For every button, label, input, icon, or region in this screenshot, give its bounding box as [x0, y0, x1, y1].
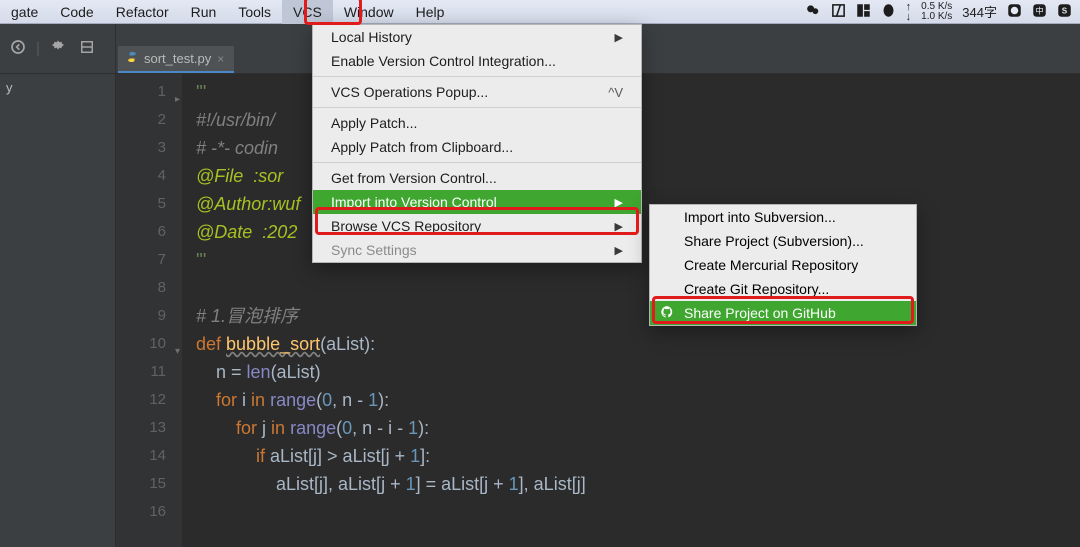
tab-filename: sort_test.py [144, 51, 211, 66]
code-line[interactable] [196, 274, 1080, 302]
python-file-icon [126, 51, 138, 66]
menu-window[interactable]: Window [333, 0, 405, 24]
menu-navigate[interactable]: gate [0, 0, 49, 24]
submenu-arrow-icon: ▶ [585, 244, 623, 257]
ime-zh-icon[interactable]: 中 [1032, 3, 1047, 21]
close-icon[interactable]: × [217, 52, 224, 66]
menu-item-label: Local History [331, 29, 412, 45]
submenu-item[interactable]: Share Project on GitHub [650, 301, 916, 325]
net-arrows-icon: ↑↓ [906, 2, 912, 22]
code-line[interactable]: def bubble_sort(aList): [196, 330, 1080, 358]
menu-divider [313, 162, 641, 163]
sogou-icon[interactable]: S [1057, 3, 1072, 21]
menu-tools[interactable]: Tools [227, 0, 282, 24]
menu-item-label: Import into Version Control [331, 194, 497, 210]
menubar-right: ↑↓ 0.5 K/s 1.0 K/s 344字 中 S [805, 2, 1080, 22]
code-line[interactable]: if aList[j] > aList[j + 1]: [196, 442, 1080, 470]
divider-icon: | [36, 40, 40, 57]
back-icon[interactable] [10, 39, 26, 59]
svg-text:中: 中 [1035, 5, 1043, 15]
project-tree[interactable]: y [0, 74, 115, 547]
submenu-item-label: Share Project on GitHub [684, 305, 836, 321]
submenu-item[interactable]: Create Git Repository... [650, 277, 916, 301]
screenshot-icon[interactable] [831, 3, 846, 21]
menu-item[interactable]: Apply Patch from Clipboard... [313, 135, 641, 159]
menu-item[interactable]: Local History ▶ [313, 25, 641, 49]
menu-divider [313, 107, 641, 108]
vcs-dropdown: Local History ▶ Enable Version Control Int… [312, 24, 642, 263]
wechat-icon[interactable] [805, 3, 821, 20]
code-line[interactable]: # 1.冒泡排序 [196, 302, 1080, 330]
menu-item[interactable]: Enable Version Control Integration... [313, 49, 641, 73]
line-gutter: 1▸2345678910▾111213141516 [116, 74, 182, 547]
code-line[interactable] [196, 498, 1080, 526]
collapse-icon[interactable] [80, 40, 94, 58]
word-count: 344字 [962, 2, 997, 21]
submenu-item-label: Create Mercurial Repository [684, 257, 858, 273]
menu-shortcut: ^V [578, 85, 623, 100]
menu-item-label: VCS Operations Popup... [331, 84, 488, 100]
code-line[interactable]: for i in range(0, n - 1): [196, 386, 1080, 414]
code-line[interactable]: aList[j], aList[j + 1] = aList[j + 1], a… [196, 470, 1080, 498]
svg-text:S: S [1062, 6, 1068, 15]
menu-item-label: Browse VCS Repository [331, 218, 481, 234]
menu-divider [313, 76, 641, 77]
menu-code[interactable]: Code [49, 0, 104, 24]
submenu-arrow-icon: ▶ [585, 220, 623, 233]
submenu-item[interactable]: Share Project (Subversion)... [650, 229, 916, 253]
menu-item[interactable]: VCS Operations Popup... ^V [313, 80, 641, 104]
net-speed: 0.5 K/s 1.0 K/s [921, 2, 952, 22]
gear-icon[interactable] [50, 39, 66, 59]
submenu-item-label: Import into Subversion... [684, 209, 836, 225]
menu-vcs[interactable]: VCS [282, 0, 333, 24]
import-vc-submenu: Import into Subversion... Share Project (… [649, 204, 917, 326]
menu-run[interactable]: Run [180, 0, 228, 24]
layout-icon[interactable] [856, 3, 871, 21]
submenu-arrow-icon: ▶ [585, 196, 623, 209]
code-line[interactable]: for j in range(0, n - i - 1): [196, 414, 1080, 442]
menu-item[interactable]: Apply Patch... [313, 111, 641, 135]
menu-item-label: Apply Patch... [331, 115, 417, 131]
menu-help[interactable]: Help [405, 0, 456, 24]
tray-icon-1[interactable] [1007, 3, 1022, 21]
menu-item-label: Sync Settings [331, 242, 417, 258]
project-panel: | y [0, 24, 116, 547]
menu-item-label: Enable Version Control Integration... [331, 53, 556, 69]
submenu-item[interactable]: Create Mercurial Repository [650, 253, 916, 277]
menu-refactor[interactable]: Refactor [105, 0, 180, 24]
menu-item[interactable]: Import into Version Control ▶ [313, 190, 641, 214]
project-toolbar: | [0, 24, 115, 74]
submenu-item[interactable]: Import into Subversion... [650, 205, 916, 229]
tree-item[interactable]: y [6, 80, 115, 95]
github-icon [660, 305, 674, 322]
submenu-item-label: Share Project (Subversion)... [684, 233, 864, 249]
qq-icon[interactable] [881, 3, 896, 21]
code-line[interactable]: n = len(aList) [196, 358, 1080, 386]
menubar: gate Code Refactor Run Tools VCS Window … [0, 0, 1080, 24]
file-tab[interactable]: sort_test.py × [118, 46, 234, 73]
menu-item-label: Get from Version Control... [331, 170, 497, 186]
submenu-arrow-icon: ▶ [585, 31, 623, 44]
menu-item-label: Apply Patch from Clipboard... [331, 139, 513, 155]
menu-item[interactable]: Get from Version Control... [313, 166, 641, 190]
menu-item[interactable]: Browse VCS Repository ▶ [313, 214, 641, 238]
menu-item: Sync Settings ▶ [313, 238, 641, 262]
submenu-item-label: Create Git Repository... [684, 281, 829, 297]
